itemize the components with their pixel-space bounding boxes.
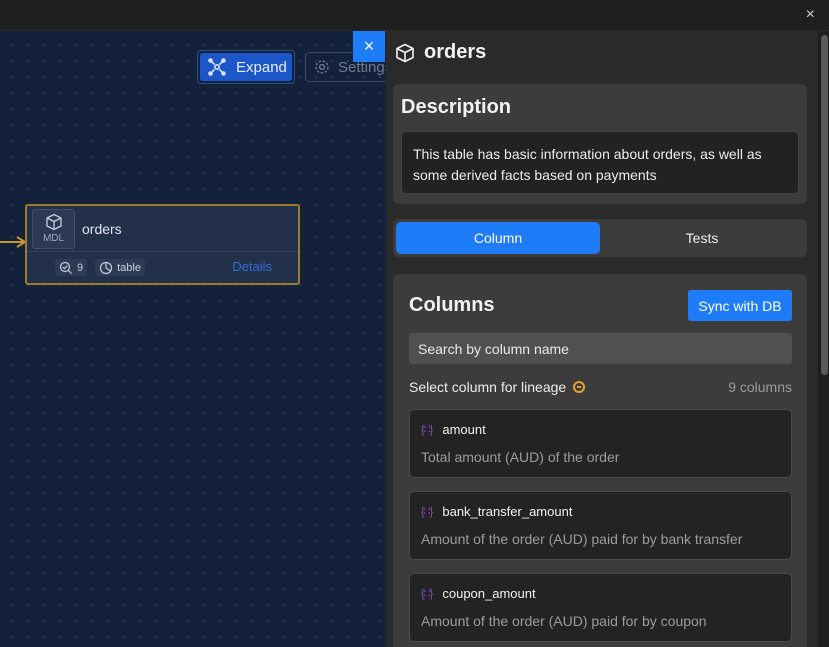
description-heading: Description (401, 96, 512, 118)
gear-icon (315, 60, 329, 74)
panel-title-text: orders (424, 41, 487, 63)
column-description: Amount of the order (AUD) paid for by ba… (421, 531, 743, 547)
numeric-type-icon: {∷} (421, 424, 433, 436)
tab-bar: Column Tests (393, 219, 807, 257)
columns-count: 9 columns (728, 379, 792, 395)
tab-tests[interactable]: Tests (600, 222, 804, 254)
model-badge: MDL (32, 208, 75, 249)
details-link[interactable]: Details (232, 259, 272, 274)
column-name: bank_transfer_amount (442, 504, 573, 519)
details-panel: orders Description This table has basic … (386, 31, 818, 647)
column-name: coupon_amount (442, 586, 536, 601)
tests-icon (59, 261, 72, 274)
column-item[interactable]: {∷} amount Total amount (AUD) of the ord… (409, 409, 792, 478)
columns-card: Columns Sync with DB Select column for l… (393, 274, 807, 647)
lineage-row: Select column for lineage 9 columns (409, 378, 792, 396)
expand-label: Expand (236, 58, 287, 76)
lineage-canvas[interactable]: Expand Settings MDL orders 9 table Detai… (0, 31, 386, 647)
model-badge-label: MDL (42, 233, 65, 244)
panel-title: orders (395, 41, 486, 64)
table-node-name: orders (82, 220, 122, 237)
close-panel-button[interactable]: × (353, 31, 385, 62)
materialization-label: table (117, 261, 141, 274)
column-item[interactable]: {∷} coupon_amount Amount of the order (A… (409, 573, 792, 642)
sync-with-db-button[interactable]: Sync with DB (688, 290, 792, 321)
column-description: Total amount (AUD) of the order (421, 449, 620, 465)
info-icon[interactable] (573, 381, 586, 393)
columns-heading: Columns (409, 294, 495, 316)
lineage-label: Select column for lineage (409, 379, 567, 395)
expand-icon (208, 58, 226, 76)
tab-column[interactable]: Column (396, 222, 600, 254)
column-item[interactable]: {∷} bank_transfer_amount Amount of the o… (409, 491, 792, 560)
tests-count: 9 (77, 261, 84, 274)
table-type-icon (100, 261, 113, 274)
numeric-type-icon: {∷} (421, 506, 433, 518)
cube-icon (45, 213, 62, 231)
window-close-icon[interactable]: × (806, 6, 815, 24)
table-node[interactable]: MDL orders 9 table Details (25, 204, 300, 285)
scrollbar-thumb[interactable] (821, 35, 828, 375)
tests-chip: 9 (55, 259, 88, 276)
column-search-input[interactable] (409, 333, 792, 364)
materialization-chip: table (95, 259, 145, 276)
numeric-type-icon: {∷} (421, 588, 433, 600)
column-description: Amount of the order (AUD) paid for by co… (421, 613, 707, 629)
panel-scrollbar[interactable] (818, 31, 829, 647)
window-topbar: × (0, 0, 829, 31)
table-node-header: MDL orders (27, 206, 298, 252)
description-card: Description This table has basic informa… (393, 84, 807, 204)
description-text: This table has basic information about o… (401, 131, 799, 194)
table-node-footer: 9 table Details (27, 252, 298, 283)
close-icon: × (363, 36, 375, 56)
cube-icon (396, 43, 414, 62)
expand-button[interactable]: Expand (197, 50, 295, 84)
column-name: amount (442, 422, 486, 437)
